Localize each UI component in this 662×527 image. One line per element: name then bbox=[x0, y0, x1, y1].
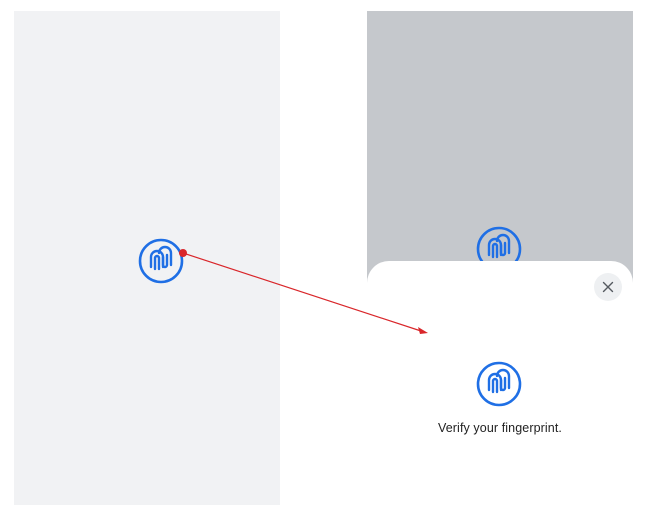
close-icon bbox=[602, 281, 614, 293]
close-button[interactable] bbox=[594, 273, 622, 301]
comparison-stage: Verify your fingerprint. bbox=[0, 0, 662, 527]
fingerprint-icon bbox=[476, 361, 522, 407]
fingerprint-icon[interactable] bbox=[138, 238, 184, 284]
fingerprint-dialog: Verify your fingerprint. bbox=[367, 261, 633, 505]
verify-message: Verify your fingerprint. bbox=[438, 421, 562, 435]
left-screen bbox=[14, 11, 280, 505]
right-screen: Verify your fingerprint. bbox=[367, 11, 633, 505]
